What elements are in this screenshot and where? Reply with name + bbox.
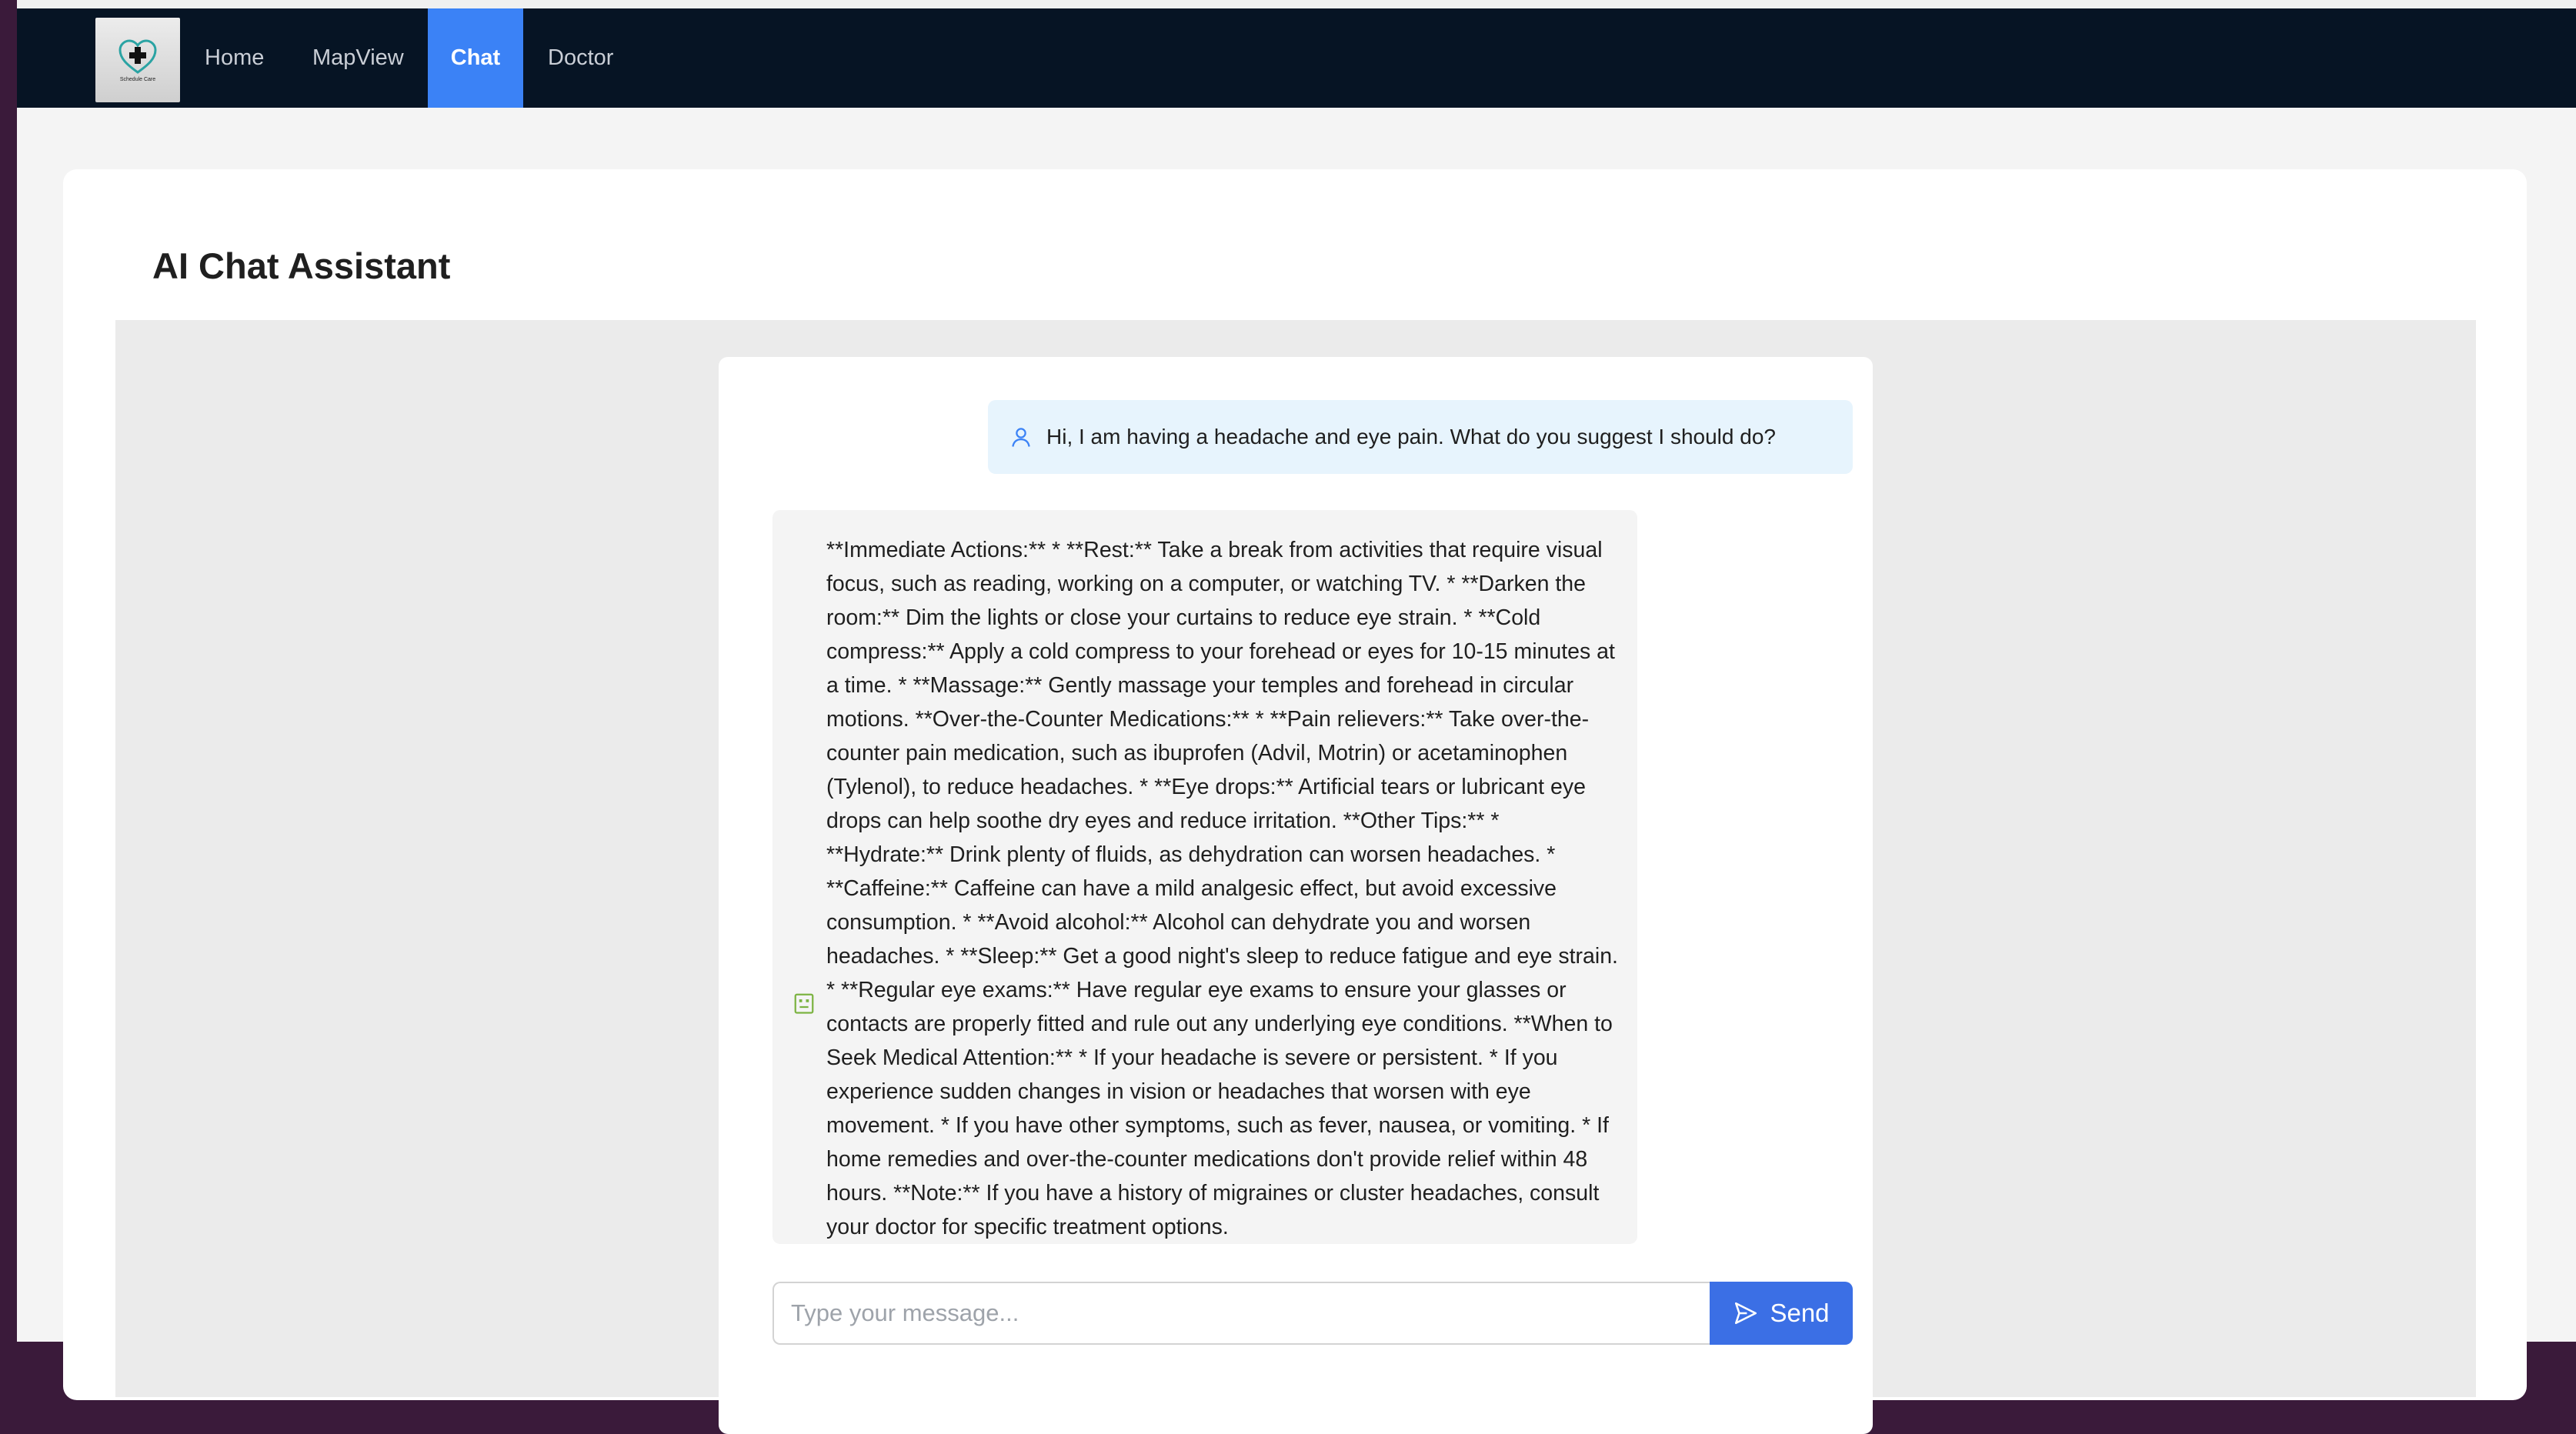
nav-chat[interactable]: Chat: [428, 8, 523, 108]
nav-home[interactable]: Home: [205, 8, 264, 108]
nav-mapview[interactable]: MapView: [312, 8, 404, 108]
window-top-strip: [17, 0, 2576, 8]
heart-cross-logo-icon: [118, 38, 157, 74]
logo-text: Schedule Care: [119, 76, 156, 82]
send-icon: [1735, 1302, 1757, 1325]
robot-icon: [794, 993, 814, 1014]
page-title: AI Chat Assistant: [152, 245, 451, 286]
user-message-text: Hi, I am having a headache and eye pain.…: [1046, 425, 1776, 449]
message-input[interactable]: [772, 1282, 1710, 1345]
user-icon: [1012, 428, 1030, 447]
nav-doctor[interactable]: Doctor: [548, 8, 613, 108]
send-button-label: Send: [1770, 1299, 1830, 1327]
message-composer: Send: [772, 1282, 1853, 1345]
brand-logo[interactable]: Schedule Care: [95, 18, 180, 102]
send-button[interactable]: Send: [1710, 1282, 1853, 1345]
navbar: Schedule Care Home MapView Chat Doctor: [17, 8, 2576, 108]
assistant-message: **Immediate Actions:** * **Rest:** Take …: [772, 510, 1637, 1244]
user-message: Hi, I am having a headache and eye pain.…: [988, 400, 1853, 474]
assistant-message-text: **Immediate Actions:** * **Rest:** Take …: [826, 538, 1618, 1239]
